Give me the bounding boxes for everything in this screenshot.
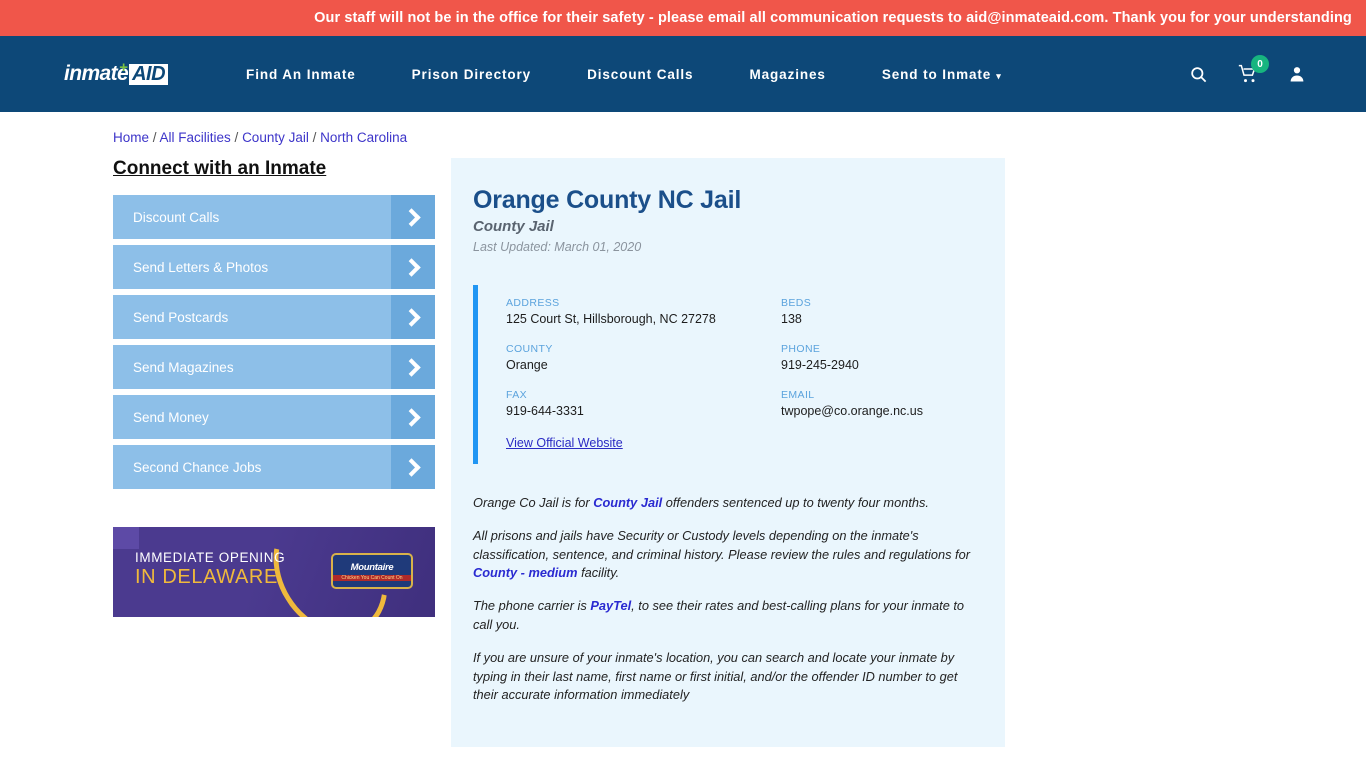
sidebar-item-send-magazines[interactable]: Send Magazines	[113, 345, 435, 389]
breadcrumb-item-home[interactable]: Home	[113, 130, 149, 145]
facility-card: Orange County NC Jail County Jail Last U…	[451, 158, 1005, 748]
sidebar-item-second-chance-jobs[interactable]: Second Chance Jobs	[113, 445, 435, 489]
sidebar-item-label: Send Money	[133, 409, 209, 425]
desc-text: All prisons and jails have Security or C…	[473, 527, 970, 562]
facility-header: Orange County NC Jail County Jail Last U…	[451, 186, 1005, 464]
sidebar-ad-banner[interactable]: IMMEDIATE OPENING IN DELAWARE Mountaire …	[113, 527, 435, 617]
link-paytel[interactable]: PayTel	[590, 598, 631, 613]
facility-contact-block: ADDRESS 125 Court St, Hillsborough, NC 2…	[473, 285, 983, 464]
site-alert-text: Our staff will not be in the office for …	[314, 10, 1352, 26]
cart-icon[interactable]: 0	[1238, 55, 1269, 84]
sidebar-heading: Connect with an Inmate	[113, 158, 327, 179]
link-county-jail[interactable]: County Jail	[593, 495, 662, 510]
page-body: Home / All Facilities / County Jail / No…	[0, 112, 1366, 768]
contact-field-address: ADDRESS 125 Court St, Hillsborough, NC 2…	[506, 297, 781, 326]
contact-label: EMAIL	[781, 389, 815, 401]
ad-corner-decoration	[113, 527, 139, 549]
sidebar-item-discount-calls[interactable]: Discount Calls	[113, 195, 435, 239]
contact-label: ADDRESS	[506, 297, 560, 309]
chevron-right-icon	[391, 245, 435, 289]
breadcrumb-separator: /	[149, 130, 160, 145]
user-icon[interactable]	[1288, 65, 1306, 83]
chevron-down-icon: ▾	[996, 70, 1002, 81]
ad-text: IMMEDIATE OPENING IN DELAWARE	[135, 550, 285, 589]
page-title: Orange County NC Jail	[473, 186, 742, 214]
view-official-website-link[interactable]: View Official Website	[506, 436, 623, 450]
sidebar-item-label: Send Postcards	[133, 309, 229, 325]
nav-icons: 0	[1189, 55, 1306, 84]
contact-label: COUNTY	[506, 343, 553, 355]
sidebar-item-label: Send Magazines	[133, 359, 234, 375]
ad-logo-name: Mountaire	[350, 561, 394, 573]
breadcrumb: Home / All Facilities / County Jail / No…	[0, 130, 1366, 145]
nav-links: Find An Inmate Prison Directory Discount…	[218, 67, 1189, 82]
nav-item-prison-directory[interactable]: Prison Directory	[384, 67, 559, 82]
contact-value: 138	[781, 312, 802, 326]
sidebar-item-label: Discount Calls	[133, 209, 220, 225]
nav-item-discount-calls[interactable]: Discount Calls	[559, 67, 721, 82]
sidebar-item-send-postcards[interactable]: Send Postcards	[113, 295, 435, 339]
description-paragraph-4: If you are unsure of your inmate's locat…	[473, 649, 958, 703]
link-county-medium[interactable]: County - medium	[473, 565, 578, 580]
nav-item-magazines[interactable]: Magazines	[721, 67, 853, 82]
chevron-right-icon	[391, 295, 435, 339]
mountaire-logo: Mountaire Chicken You Can Count On	[331, 553, 413, 589]
facility-type: County Jail	[473, 218, 554, 235]
contact-field-fax: FAX 919-644-3331	[506, 389, 781, 418]
description-paragraph-3: The phone carrier is PayTel, to see thei…	[473, 597, 983, 635]
content-columns: Connect with an Inmate Discount Calls Se…	[0, 158, 1366, 768]
breadcrumb-item-county-jail[interactable]: County Jail	[242, 130, 309, 145]
site-alert-banner: Our staff will not be in the office for …	[0, 0, 1366, 36]
main-content: Orange County NC Jail County Jail Last U…	[451, 158, 1005, 768]
chevron-right-icon	[391, 445, 435, 489]
sidebar-item-send-money[interactable]: Send Money	[113, 395, 435, 439]
desc-text: facility.	[577, 565, 620, 581]
breadcrumb-separator: /	[308, 130, 321, 145]
contact-value: 125 Court St, Hillsborough, NC 27278	[506, 312, 716, 326]
contact-value: twpope@co.orange.nc.us	[781, 404, 923, 418]
desc-text: Orange Co Jail is for	[473, 495, 594, 510]
search-icon[interactable]	[1189, 65, 1208, 84]
sidebar-item-label: Second Chance Jobs	[133, 459, 262, 475]
ad-headline-line2: IN DELAWARE	[135, 566, 278, 588]
ad-headline-line1: IMMEDIATE OPENING	[135, 550, 286, 565]
contact-label: PHONE	[781, 343, 821, 355]
facility-description: Orange Co Jail is for County Jail offend…	[451, 494, 1005, 705]
facility-last-updated: Last Updated: March 01, 2020	[473, 240, 642, 254]
contact-field-email: EMAIL twpope@co.orange.nc.us	[781, 389, 983, 418]
chevron-right-icon	[391, 345, 435, 389]
main-navbar: inmate + AID Find An Inmate Prison Direc…	[0, 36, 1366, 112]
contact-value: Orange	[506, 358, 548, 372]
breadcrumb-item-north-carolina[interactable]: North Carolina	[320, 130, 407, 145]
desc-text: The phone carrier is	[473, 598, 591, 614]
contact-label: FAX	[506, 389, 528, 401]
contact-field-county: COUNTY Orange	[506, 343, 781, 372]
contact-value: 919-245-2940	[781, 358, 859, 372]
nav-item-send-to-inmate-label: Send to Inmate	[881, 66, 992, 82]
breadcrumb-separator: /	[230, 130, 243, 145]
sidebar: Connect with an Inmate Discount Calls Se…	[113, 158, 435, 768]
breadcrumb-item-all-facilities[interactable]: All Facilities	[160, 130, 231, 145]
contact-field-phone: PHONE 919-245-2940	[781, 343, 983, 372]
contact-value: 919-644-3331	[506, 404, 584, 418]
logo-aid-badge: AID	[129, 63, 169, 85]
contact-grid: ADDRESS 125 Court St, Hillsborough, NC 2…	[506, 297, 983, 418]
contact-field-beds: BEDS 138	[781, 297, 983, 326]
cart-count-badge: 0	[1251, 55, 1269, 73]
nav-item-send-to-inmate[interactable]: Send to Inmate ▾	[854, 67, 1030, 82]
nav-item-find-an-inmate[interactable]: Find An Inmate	[218, 67, 384, 82]
desc-text: offenders sentenced up to twenty four mo…	[662, 495, 929, 510]
sidebar-item-send-letters-photos[interactable]: Send Letters & Photos	[113, 245, 435, 289]
chevron-right-icon	[391, 195, 435, 239]
chevron-right-icon	[391, 395, 435, 439]
site-logo[interactable]: inmate + AID	[64, 59, 169, 86]
description-paragraph-1: Orange Co Jail is for County Jail offend…	[473, 494, 983, 513]
ad-logo-tagline: Chicken You Can Count On	[333, 574, 411, 581]
description-paragraph-2: All prisons and jails have Security or C…	[473, 527, 983, 583]
contact-label: BEDS	[781, 297, 812, 309]
logo-plus-icon: +	[119, 59, 129, 76]
sidebar-item-label: Send Letters & Photos	[133, 259, 269, 275]
